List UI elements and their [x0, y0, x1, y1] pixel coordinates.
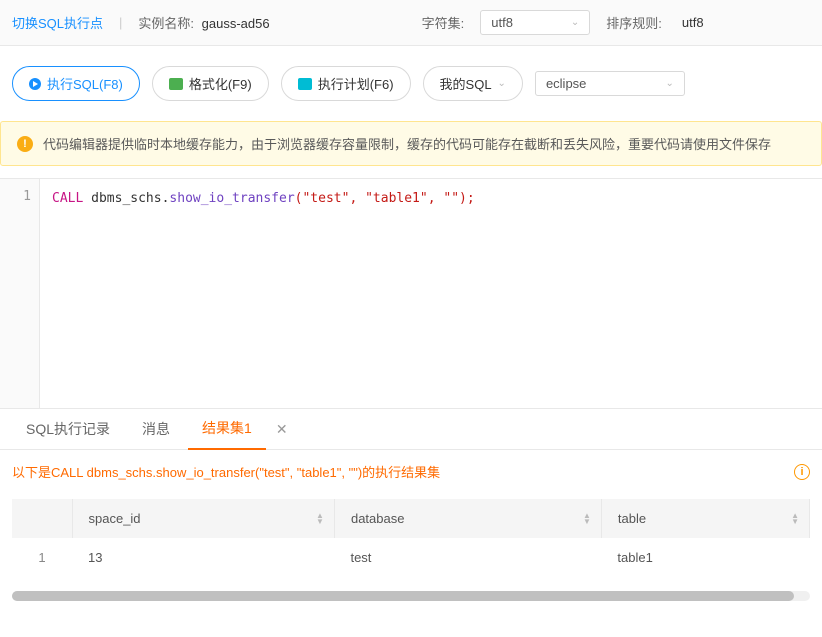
collation-label: 排序规则:: [606, 13, 662, 32]
charset-value: utf8: [491, 15, 513, 30]
chevron-down-icon: ⌄: [571, 17, 579, 28]
table-row[interactable]: 1 13 test table1: [12, 538, 810, 577]
args: ("test", "table1", "");: [295, 191, 475, 206]
sql-editor[interactable]: 1 CALL dbms_schs.show_io_transfer("test"…: [0, 178, 822, 408]
row-number: 1: [12, 538, 72, 577]
sort-icon[interactable]: ▲▼: [583, 513, 591, 525]
theme-select[interactable]: eclipse ⌄: [535, 71, 685, 96]
plan-icon: [298, 78, 312, 90]
warning-banner: ! 代码编辑器提供临时本地缓存能力，由于浏览器缓存容量限制，缓存的代码可能存在截…: [0, 121, 822, 166]
result-message: 以下是CALL dbms_schs.show_io_transfer("test…: [12, 462, 440, 481]
tab-result-1[interactable]: 结果集1: [188, 408, 266, 450]
col-header-table[interactable]: table▲▼: [601, 499, 809, 538]
theme-value: eclipse: [546, 76, 586, 91]
row-number-header: [12, 499, 72, 538]
warning-icon: !: [17, 136, 33, 152]
info-icon[interactable]: i: [794, 464, 810, 480]
result-table: space_id▲▼ database▲▼ table▲▼ 1 13 test …: [12, 499, 810, 577]
cell-table: table1: [601, 538, 809, 577]
line-gutter: 1: [0, 179, 40, 408]
execute-label: 执行SQL(F8): [47, 74, 123, 93]
format-label: 格式化(F9): [189, 74, 252, 93]
horizontal-scrollbar[interactable]: [12, 591, 810, 601]
line-number: 1: [8, 189, 31, 204]
chevron-down-icon: ⌄: [498, 78, 506, 89]
plan-label: 执行计划(F6): [318, 74, 394, 93]
warning-text: 代码编辑器提供临时本地缓存能力，由于浏览器缓存容量限制，缓存的代码可能存在截断和…: [43, 134, 771, 153]
tab-message[interactable]: 消息: [128, 409, 184, 449]
result-panel: 以下是CALL dbms_schs.show_io_transfer("test…: [0, 450, 822, 613]
charset-label: 字符集:: [422, 13, 465, 32]
format-button[interactable]: 格式化(F9): [152, 66, 269, 101]
col-header-space-id[interactable]: space_id▲▼: [72, 499, 334, 538]
package: dbms_schs.: [91, 191, 169, 206]
col-header-database[interactable]: database▲▼: [334, 499, 601, 538]
code-area[interactable]: CALL dbms_schs.show_io_transfer("test", …: [40, 179, 822, 408]
close-icon[interactable]: ✕: [270, 421, 294, 438]
result-message-row: 以下是CALL dbms_schs.show_io_transfer("test…: [12, 462, 810, 481]
chevron-down-icon: ⌄: [666, 78, 674, 89]
instance-label: 实例名称:: [138, 16, 194, 31]
tab-history[interactable]: SQL执行记录: [12, 409, 124, 449]
format-icon: [169, 78, 183, 90]
instance-name-group: 实例名称: gauss-ad56: [138, 13, 269, 32]
play-icon: [29, 78, 41, 90]
exec-plan-button[interactable]: 执行计划(F6): [281, 66, 411, 101]
result-tabs: SQL执行记录 消息 结果集1 ✕: [0, 408, 822, 450]
sort-icon[interactable]: ▲▼: [316, 513, 324, 525]
charset-select[interactable]: utf8 ⌄: [480, 10, 590, 35]
sort-icon[interactable]: ▲▼: [791, 513, 799, 525]
function: show_io_transfer: [169, 191, 294, 206]
my-sql-button[interactable]: 我的SQL ⌄: [423, 66, 523, 101]
mysql-label: 我的SQL: [440, 74, 492, 93]
switch-exec-point-link[interactable]: 切换SQL执行点: [12, 13, 103, 32]
scrollbar-thumb[interactable]: [12, 591, 794, 601]
instance-value: gauss-ad56: [202, 16, 270, 31]
toolbar: 执行SQL(F8) 格式化(F9) 执行计划(F6) 我的SQL ⌄ eclip…: [0, 46, 822, 121]
cell-database: test: [334, 538, 601, 577]
top-bar: 切换SQL执行点 | 实例名称: gauss-ad56 字符集: utf8 ⌄ …: [0, 0, 822, 46]
separator: |: [119, 15, 122, 30]
execute-sql-button[interactable]: 执行SQL(F8): [12, 66, 140, 101]
cell-space-id: 13: [72, 538, 334, 577]
collation-value: utf8: [682, 15, 704, 30]
keyword: CALL: [52, 191, 83, 206]
